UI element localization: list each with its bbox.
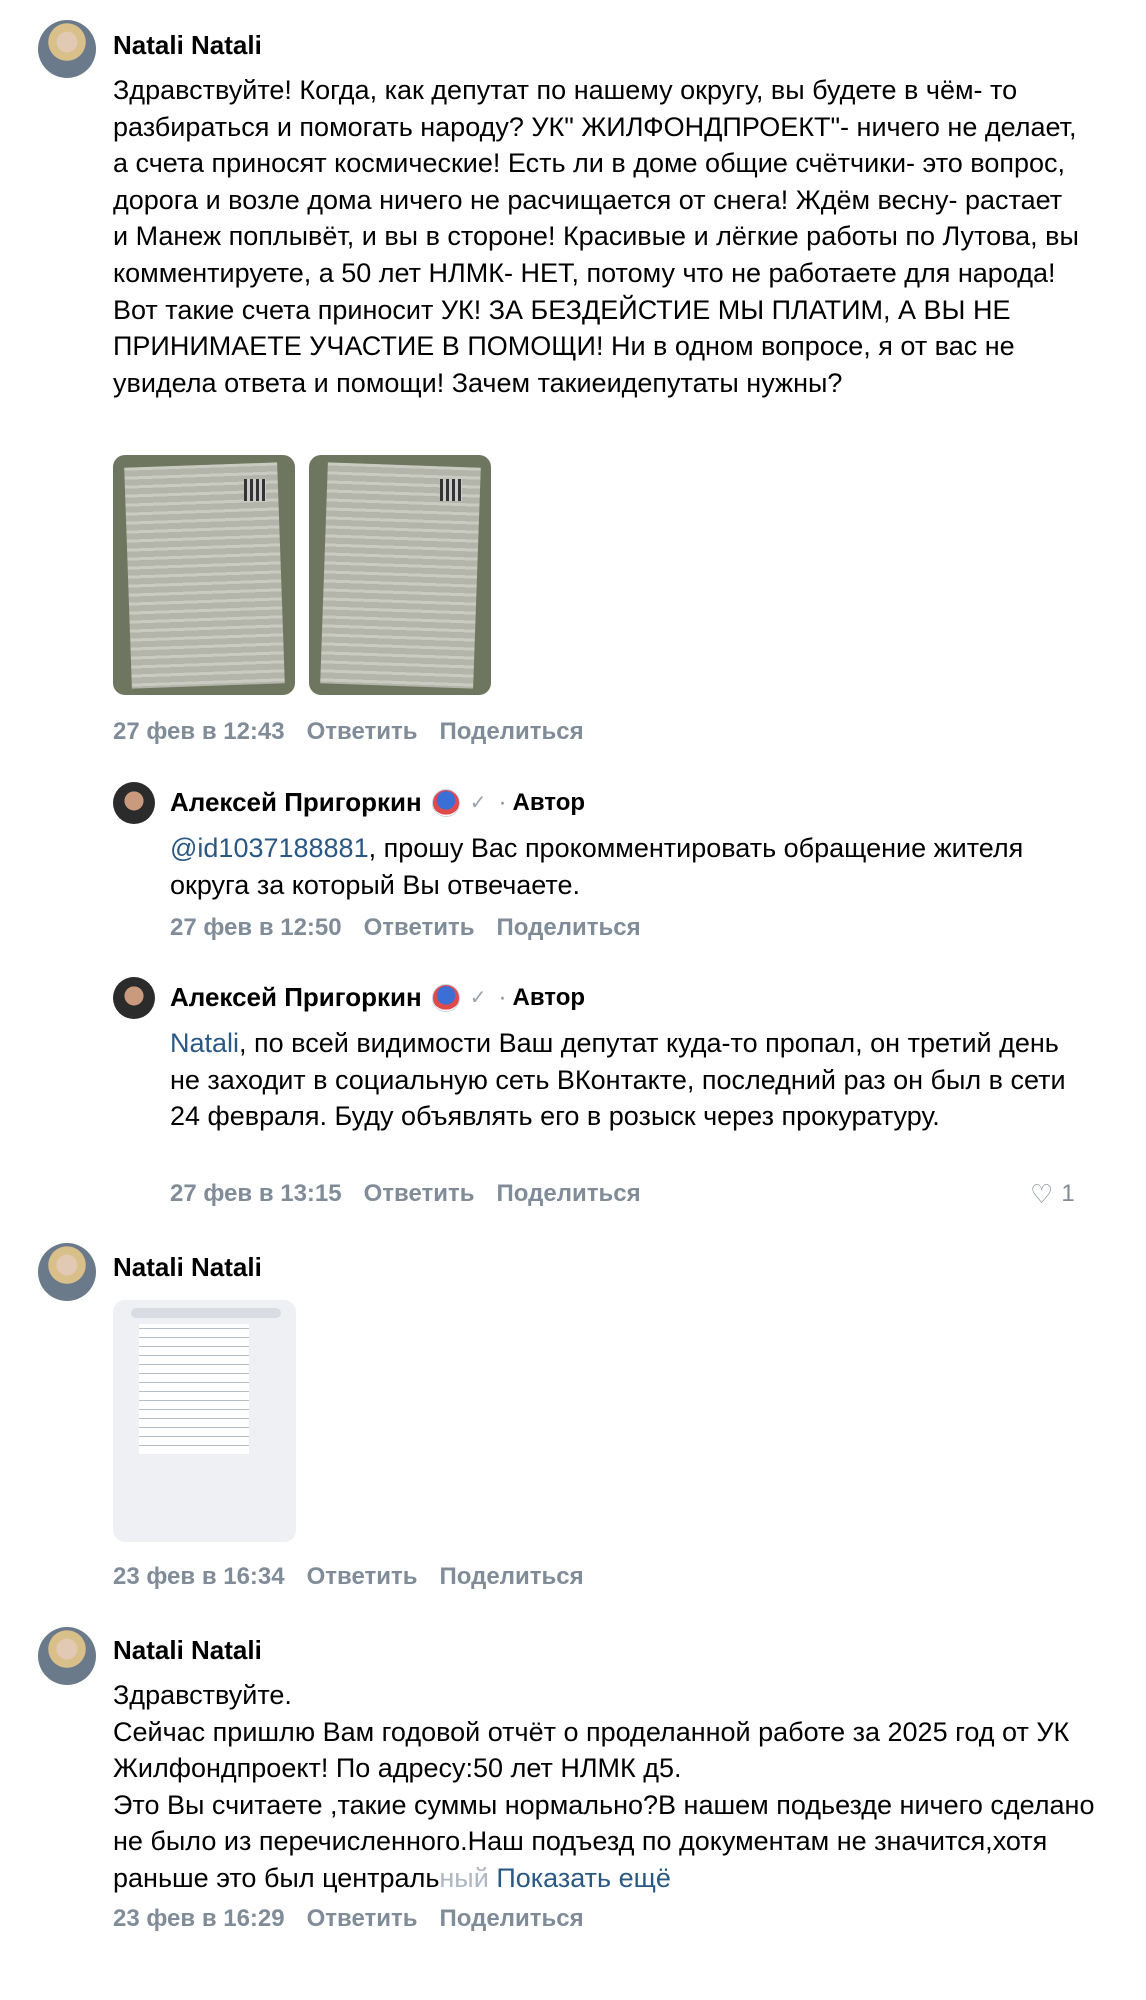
reply-button[interactable]: Ответить bbox=[307, 1905, 418, 1933]
qr-code bbox=[243, 479, 266, 501]
mention-link[interactable]: @id1037188881 bbox=[170, 833, 369, 863]
comment-author[interactable]: Алексей Пригоркин bbox=[170, 982, 422, 1013]
comment-body: , по всей видимости Ваш депутат куда-то … bbox=[170, 1028, 1066, 1132]
mention-link[interactable]: Natali bbox=[170, 1028, 239, 1058]
comment-date[interactable]: 23 фев в 16:29 bbox=[113, 1905, 285, 1933]
share-button[interactable]: Поделиться bbox=[440, 1563, 584, 1591]
show-more-link[interactable]: Показать ещё bbox=[496, 1863, 671, 1893]
reply-button[interactable]: Ответить bbox=[364, 1180, 475, 1208]
avatar[interactable] bbox=[38, 1243, 96, 1301]
avatar[interactable] bbox=[113, 977, 155, 1019]
comment-author[interactable]: Natali Natali bbox=[113, 30, 262, 61]
comment-body: Сейчас пришлю Вам годовой отчёт о продел… bbox=[113, 1714, 1103, 1897]
comment-meta: 27 фев в 12:50 Ответить Поделиться bbox=[170, 914, 641, 942]
avatar[interactable] bbox=[113, 782, 155, 824]
reply-button[interactable]: Ответить bbox=[307, 1563, 418, 1591]
comment-header: Алексей Пригоркин ✓ · Автор bbox=[170, 787, 585, 818]
reply-button[interactable]: Ответить bbox=[307, 718, 418, 746]
comment-text: Здравствуйте. Сейчас пришлю Вам годовой … bbox=[113, 1677, 1103, 1897]
comment-meta: 27 фев в 13:15 Ответить Поделиться bbox=[170, 1180, 641, 1208]
heart-icon: ♡ bbox=[1030, 1179, 1054, 1209]
comment-text: Здравствуйте! Когда, как депутат по наше… bbox=[113, 75, 1079, 398]
comment-author[interactable]: Natali Natali bbox=[113, 1635, 262, 1666]
author-tag: · Автор bbox=[498, 983, 586, 1011]
comment-text: @id1037188881, прошу Вас прокомментирова… bbox=[170, 830, 1070, 903]
comment-header: Алексей Пригоркин ✓ · Автор bbox=[170, 982, 585, 1013]
comment-date[interactable]: 27 фев в 12:50 bbox=[170, 914, 342, 942]
report-sheet bbox=[139, 1324, 249, 1454]
share-button[interactable]: Поделиться bbox=[440, 1905, 584, 1933]
comment-meta: 23 фев в 16:34 Ответить Поделиться bbox=[113, 1563, 584, 1591]
attached-photo[interactable] bbox=[113, 1300, 296, 1542]
comment-date[interactable]: 23 фев в 16:34 bbox=[113, 1563, 285, 1591]
reply-button[interactable]: Ответить bbox=[364, 914, 475, 942]
attached-photo[interactable] bbox=[113, 455, 295, 695]
like-count: 1 bbox=[1061, 1180, 1075, 1207]
like-button[interactable]: ♡ 1 bbox=[1030, 1180, 1075, 1208]
author-tag-label: Автор bbox=[512, 788, 586, 816]
browser-bar bbox=[131, 1308, 281, 1318]
comment-greeting: Здравствуйте. bbox=[113, 1680, 292, 1710]
comment-author[interactable]: Natali Natali bbox=[113, 1252, 262, 1283]
qr-code bbox=[439, 479, 462, 501]
vk-fan-badge-icon[interactable] bbox=[431, 788, 460, 817]
comment-meta: 23 фев в 16:29 Ответить Поделиться bbox=[113, 1905, 584, 1933]
attached-photo[interactable] bbox=[309, 455, 491, 695]
comment-date[interactable]: 27 фев в 13:15 bbox=[170, 1180, 342, 1208]
check-icon: ✓ bbox=[469, 987, 487, 1009]
share-button[interactable]: Поделиться bbox=[497, 914, 641, 942]
avatar[interactable] bbox=[38, 20, 96, 78]
avatar[interactable] bbox=[38, 1627, 96, 1685]
comment-date[interactable]: 27 фев в 12:43 bbox=[113, 718, 285, 746]
share-button[interactable]: Поделиться bbox=[497, 1180, 641, 1208]
comment-body-fade: ный bbox=[439, 1862, 489, 1893]
author-tag-label: Автор bbox=[512, 983, 586, 1011]
share-button[interactable]: Поделиться bbox=[440, 718, 584, 746]
comment-author[interactable]: Алексей Пригоркин bbox=[170, 787, 422, 818]
author-tag: · Автор bbox=[498, 788, 586, 816]
comment-text: Natali, по всей видимости Ваш депутат ку… bbox=[170, 1025, 1090, 1135]
check-icon: ✓ bbox=[469, 792, 487, 814]
vk-fan-badge-icon[interactable] bbox=[431, 983, 460, 1012]
comment-meta: 27 фев в 12:43 Ответить Поделиться bbox=[113, 718, 584, 746]
